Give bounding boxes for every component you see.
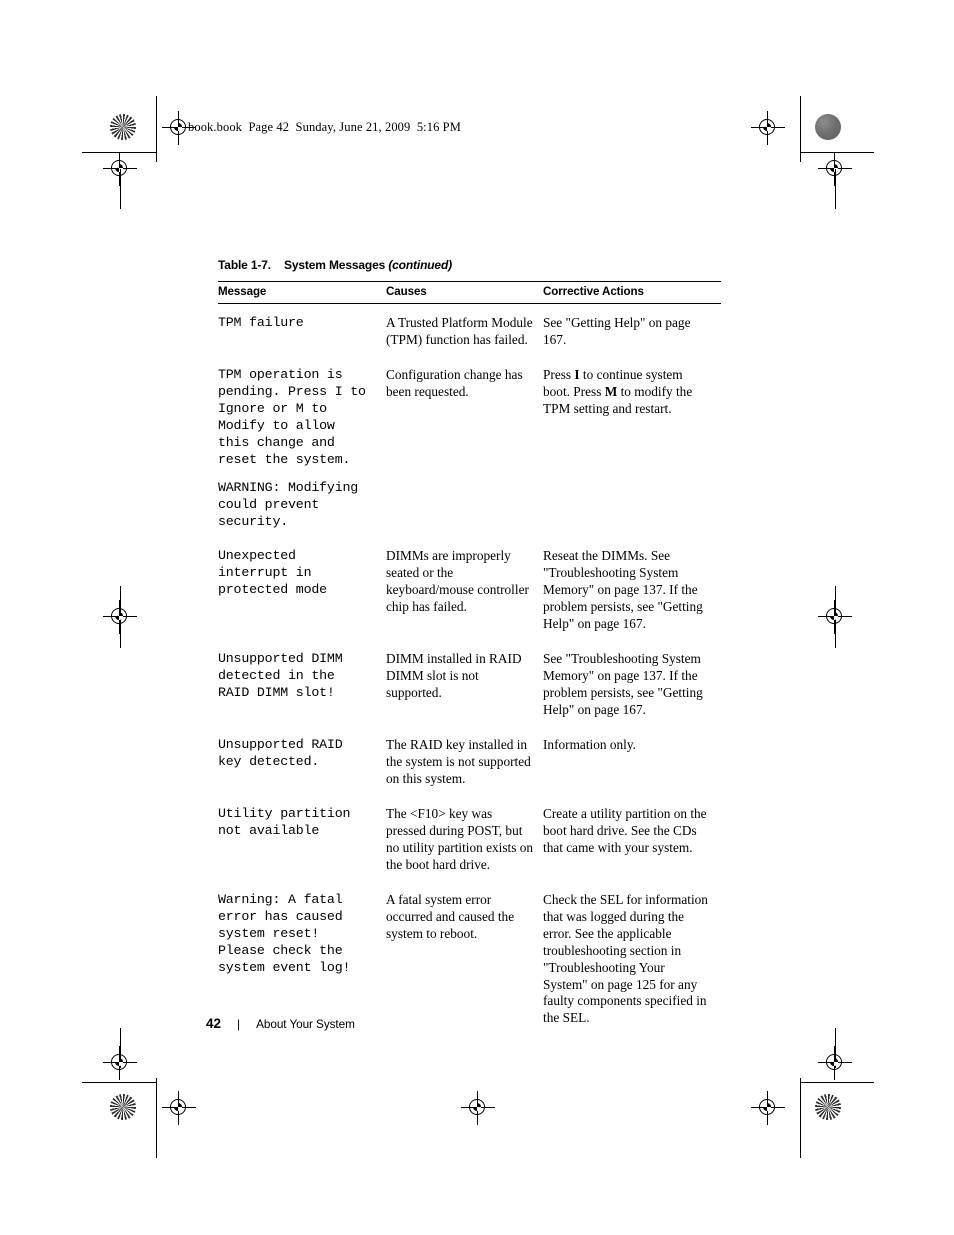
table-row: Unexpected interrupt in protected mode DI… — [218, 539, 721, 642]
crop-line-bottom-left-vertical — [156, 1078, 157, 1158]
cell-message: Warning: A fatal error has caused system… — [218, 883, 386, 1037]
table-row: TPM operation is pending. Press I to Ign… — [218, 358, 721, 540]
message-paragraph: WARNING: Modifying could prevent securit… — [218, 479, 359, 529]
action-text: Reseat the DIMMs. See "Troubleshooting S… — [543, 548, 703, 632]
cell-cause: The <F10> key was pressed during POST, b… — [386, 805, 533, 872]
halftone-density-patch-icon-top-right — [815, 114, 841, 140]
page-footer: 42 | About Your System — [206, 1016, 355, 1031]
registration-target-icon-bottom-right-outer — [818, 1046, 852, 1080]
cell-corrective-action: See "Getting Help" on page 167. — [543, 304, 721, 358]
registration-target-icon-top-right-inner — [751, 111, 785, 145]
table-row: Warning: A fatal error has caused system… — [218, 883, 721, 1037]
message-paragraph: TPM operation is pending. Press I to Ign… — [218, 366, 366, 467]
column-header-corrective-actions: Corrective Actions — [543, 281, 721, 304]
message-paragraph: Unsupported RAID key detected. — [218, 737, 343, 770]
cell-message: Unsupported DIMM detected in the RAID DI… — [218, 642, 386, 728]
column-header-causes: Causes — [386, 281, 543, 304]
table-header: Message Causes Corrective Actions — [218, 281, 721, 304]
cell-corrective-action: Create a utility partition on the boot h… — [543, 797, 721, 883]
table-caption-number: Table 1-7. — [218, 258, 271, 272]
crop-line-bottom-right-horizontal — [800, 1082, 874, 1083]
cell-cause: DIMMs are improperly seated or the keybo… — [386, 548, 529, 615]
cell-corrective-action: Press I to continue system boot. Press M… — [543, 358, 721, 540]
table-row: Unsupported DIMM detected in the RAID DI… — [218, 642, 721, 728]
cell-message: Unexpected interrupt in protected mode — [218, 539, 386, 642]
system-messages-table: Message Causes Corrective Actions TPM fa… — [218, 281, 721, 1036]
crop-line-top-right-drop — [835, 169, 836, 209]
column-header-message: Message — [218, 281, 386, 304]
halftone-star-target-icon-top-left — [110, 114, 136, 140]
message-paragraph: TPM failure — [218, 315, 304, 330]
action-keycap: M — [604, 383, 618, 399]
message-paragraph: Unsupported DIMM detected in the RAID DI… — [218, 651, 343, 701]
printed-page: book.book Page 42 Sunday, June 21, 2009 … — [0, 0, 954, 1235]
message-paragraph: Unexpected interrupt in protected mode — [218, 548, 327, 598]
action-text: See "Getting Help" on page 167. — [543, 315, 691, 347]
table-header-row: Message Causes Corrective Actions — [218, 281, 721, 304]
cell-corrective-action: Information only. — [543, 728, 721, 797]
running-head: book.book Page 42 Sunday, June 21, 2009 … — [188, 120, 461, 134]
cell-cause: The RAID key installed in the system is … — [386, 737, 531, 786]
action-text: See "Troubleshooting System Memory" on p… — [543, 651, 703, 718]
registration-target-icon-bottom-center — [461, 1091, 495, 1125]
action-text: Create a utility partition on the boot h… — [543, 805, 707, 855]
table-row: Unsupported RAID key detected. The RAID k… — [218, 728, 721, 797]
cell-corrective-action: Check the SEL for information that was l… — [543, 883, 721, 1037]
crop-line-bottom-right-vertical — [800, 1078, 801, 1158]
cell-corrective-action: See "Troubleshooting System Memory" on p… — [543, 642, 721, 728]
action-text: Check the SEL for information that was l… — [543, 891, 708, 1026]
folio-separator: | — [237, 1017, 241, 1031]
table-row: TPM failure A Trusted Platform Module (TP… — [218, 304, 721, 358]
cell-message: TPM failure — [218, 304, 386, 358]
action-text: Press — [543, 366, 575, 382]
halftone-star-target-icon-bottom-right — [815, 1094, 841, 1120]
cell-message: Unsupported RAID key detected. — [218, 728, 386, 797]
cell-cause: A Trusted Platform Module (TPM) function… — [386, 315, 533, 347]
cell-cause: DIMM installed in RAID DIMM slot is not … — [386, 651, 522, 701]
cell-cause: Configuration change has been requested. — [386, 366, 523, 399]
table-caption-continued: (continued) — [388, 258, 452, 272]
message-paragraph: Utility partition not available — [218, 805, 351, 838]
cell-cause: A fatal system error occurred and caused… — [386, 891, 515, 941]
action-text: Information only. — [543, 737, 636, 753]
folio-page-number: 42 — [206, 1016, 222, 1031]
halftone-star-target-icon-bottom-left — [110, 1094, 136, 1120]
cell-message: Utility partition not available — [218, 797, 386, 883]
crop-line-bottom-left-horizontal — [82, 1082, 156, 1083]
registration-target-icon-mid-right — [818, 600, 852, 634]
cell-corrective-action: Reseat the DIMMs. See "Troubleshooting S… — [543, 539, 721, 642]
message-paragraph: Warning: A fatal error has caused system… — [218, 891, 351, 975]
table-body: TPM failure A Trusted Platform Module (TP… — [218, 304, 721, 1037]
registration-target-icon-bottom-left-inner — [162, 1091, 196, 1125]
table-row: Utility partition not available The <F10>… — [218, 797, 721, 883]
page-content: Table 1-7. System Messages (continued) Me… — [218, 258, 721, 1036]
registration-target-icon-mid-left — [103, 600, 137, 634]
table-caption: Table 1-7. System Messages (continued) — [218, 258, 721, 272]
crop-line-top-left-drop — [120, 169, 121, 209]
registration-target-icon-bottom-left-outer — [103, 1046, 137, 1080]
table-caption-title: System Messages — [283, 258, 386, 272]
registration-target-icon-bottom-right-inner — [751, 1091, 785, 1125]
folio-section-title: About Your System — [256, 1017, 355, 1031]
cell-message: TPM operation is pending. Press I to Ign… — [218, 358, 386, 540]
crop-line-top-left-vertical — [156, 96, 157, 162]
